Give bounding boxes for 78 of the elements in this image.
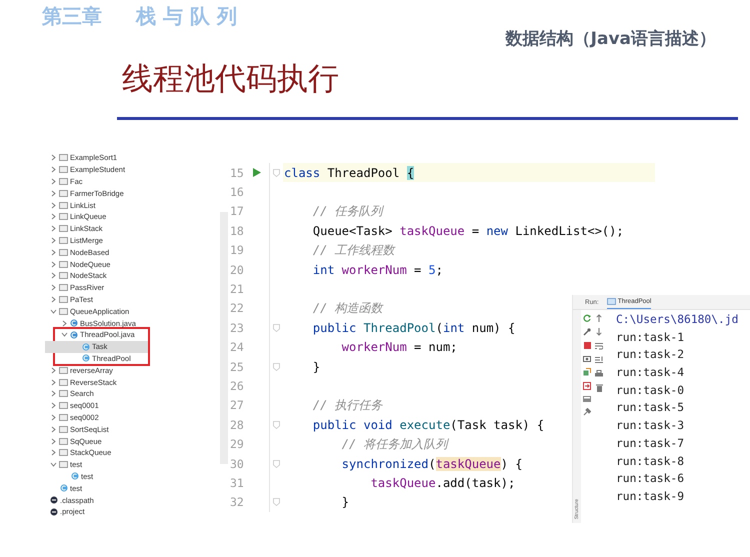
fold-icon[interactable] xyxy=(273,460,280,468)
code-line: public void execute(Task task) { xyxy=(312,418,544,432)
line-number: 20 xyxy=(229,262,245,277)
code-line: // 执行任务 xyxy=(312,396,383,414)
stop-icon xyxy=(584,342,590,349)
console-line: run:task-1 xyxy=(616,330,684,346)
arrow-up-icon xyxy=(596,314,602,322)
pin-icon xyxy=(583,408,591,416)
code-line: } xyxy=(312,360,320,374)
line-number: 22 xyxy=(229,301,245,316)
console-line: run:task-4 xyxy=(616,365,684,382)
line-number: 30 xyxy=(229,456,245,471)
line-number: 16 xyxy=(229,185,245,200)
window-icon xyxy=(606,298,616,305)
file-icon xyxy=(50,508,58,516)
console-line: run:task-9 xyxy=(616,488,684,505)
code-line: // 工作线程数 xyxy=(312,242,395,259)
class-icon xyxy=(60,484,68,492)
line-number: 32 xyxy=(229,495,245,510)
run-icon[interactable] xyxy=(252,168,260,178)
line-number: 26 xyxy=(229,378,245,393)
console-line: run:task-6 xyxy=(616,471,684,488)
console-line: run:task-8 xyxy=(616,454,684,470)
console-line: run:task-3 xyxy=(616,418,684,434)
fold-icon[interactable] xyxy=(273,420,280,429)
scroll-end-icon xyxy=(595,356,603,364)
line-number: 15 xyxy=(229,166,245,180)
class-file-icon xyxy=(70,330,78,339)
fold-icon[interactable] xyxy=(273,324,280,332)
fold-icon[interactable] xyxy=(273,168,280,177)
code-line: synchronized(taskQueue) { xyxy=(340,456,522,471)
arrow-down-icon xyxy=(596,328,602,336)
code-line: // 将任务加入队列 xyxy=(340,436,448,453)
line-number: 27 xyxy=(229,398,245,412)
line-number: 24 xyxy=(229,340,245,354)
class-icon xyxy=(82,342,90,351)
camera-icon xyxy=(583,355,591,362)
rerun-icon xyxy=(583,314,591,322)
code-line: class ThreadPool { xyxy=(283,166,414,180)
class-file-icon xyxy=(70,319,78,328)
line-number: 29 xyxy=(229,437,245,452)
console-line: run:task-7 xyxy=(616,436,684,452)
wrap-icon xyxy=(595,342,603,350)
fold-icon[interactable] xyxy=(273,498,280,506)
layout-icon xyxy=(583,396,591,402)
line-number: 23 xyxy=(229,320,245,335)
console-line: run:task-0 xyxy=(616,382,684,399)
line-number: 17 xyxy=(229,204,245,218)
console-line: C:\Users\86180\.jd xyxy=(616,312,738,328)
code-line: // 构造函数 xyxy=(312,300,383,317)
chapter-number: 第三章 xyxy=(42,3,102,30)
exit-icon xyxy=(583,382,591,390)
code-line: taskQueue.add(task); xyxy=(370,476,516,490)
line-number: 21 xyxy=(229,282,245,296)
class-icon xyxy=(82,354,90,362)
line-number: 18 xyxy=(229,224,245,238)
printer-icon xyxy=(595,370,603,378)
book-title: 数据结构（Java语言描述） xyxy=(506,28,716,50)
code-line: workerNum = num; xyxy=(340,340,458,354)
line-number: 25 xyxy=(229,360,245,374)
trash-icon xyxy=(596,384,602,392)
wrench-icon xyxy=(583,328,591,336)
console-line: run:task-2 xyxy=(616,347,684,364)
class-icon xyxy=(71,472,79,480)
line-number: 31 xyxy=(229,476,245,490)
code-line: int workerNum = 5; xyxy=(312,262,443,277)
code-line: public ThreadPool(int num) { xyxy=(312,320,516,335)
chapter-title: 栈 与 队 列 xyxy=(136,3,237,30)
slide-title: 线程池代码执行 xyxy=(122,60,339,99)
code-line: // 任务队列 xyxy=(312,202,383,220)
fold-icon[interactable] xyxy=(273,362,280,371)
line-number: 19 xyxy=(229,243,245,258)
code-line: Queue<Task> taskQueue = new LinkedList<>(); xyxy=(312,224,624,238)
restore-icon xyxy=(583,368,591,376)
console-line: run:task-5 xyxy=(616,400,684,416)
line-number: 28 xyxy=(229,418,245,432)
file-icon xyxy=(50,496,58,504)
code-line: } xyxy=(340,495,350,510)
